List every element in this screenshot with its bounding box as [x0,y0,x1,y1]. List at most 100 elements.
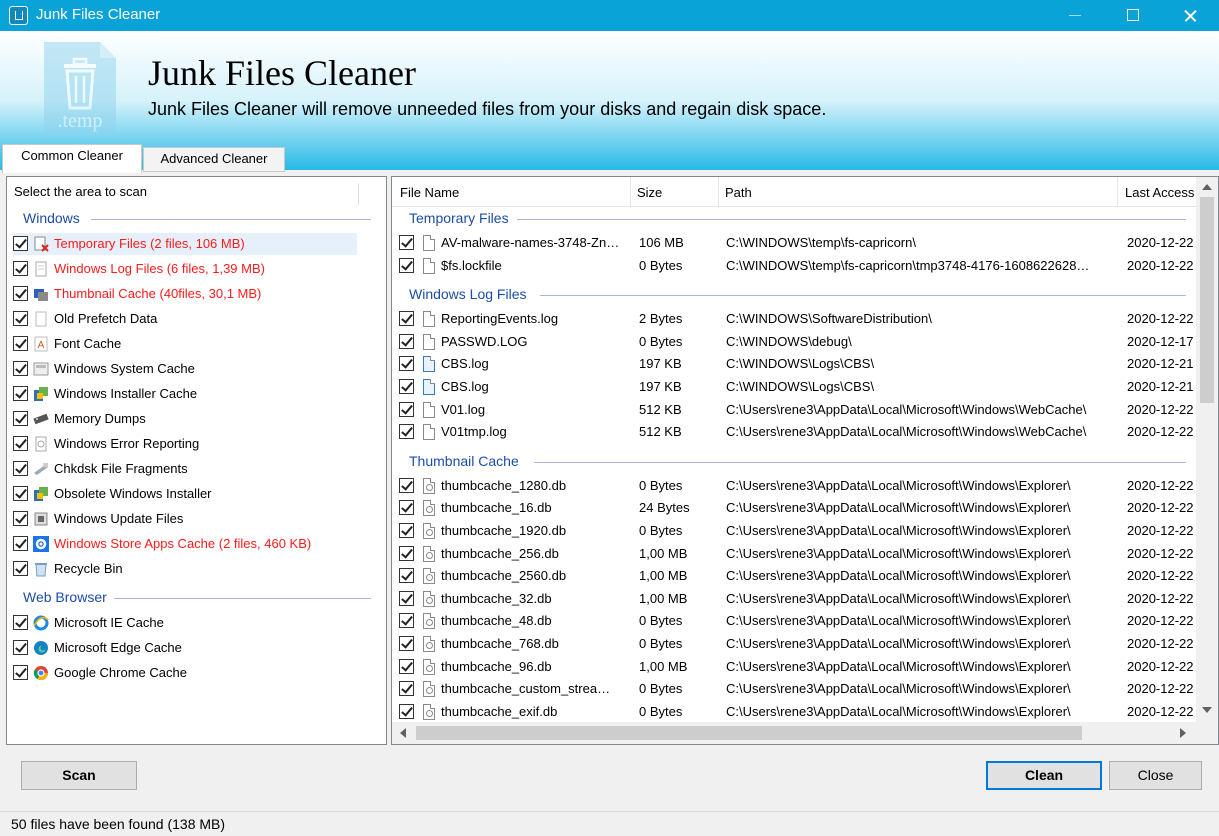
file-row[interactable]: thumbcache_16.db 24 Bytes C:\Users\rene3\A… [398,497,1198,519]
scan-button[interactable]: Scan [21,761,137,790]
banner-subtitle: Junk Files Cleaner will remove unneeded … [148,99,827,119]
checkbox[interactable] [399,356,414,372]
checkbox[interactable] [13,461,28,476]
checkbox[interactable] [399,477,414,493]
column-divider[interactable] [630,177,631,207]
scan-area-item[interactable]: Obsolete Windows Installer [13,483,357,505]
column-size[interactable]: Size [637,185,662,200]
scan-area-item[interactable]: Windows Error Reporting [13,433,357,455]
file-row[interactable]: V01.log 512 KB C:\Users\rene3\AppData\Loca… [398,399,1198,421]
checkbox[interactable] [399,257,414,273]
file-row[interactable]: thumbcache_256.db 1,00 MB C:\Users\rene3\A… [398,543,1198,565]
file-row[interactable]: thumbcache_32.db 1,00 MB C:\Users\rene3\Ap… [398,588,1198,610]
scan-area-label: Thumbnail Cache (40files, 30,1 MB) [54,286,262,301]
tab-advanced-cleaner[interactable]: Advanced Cleaner [143,147,285,172]
checkbox[interactable] [399,235,414,250]
file-row[interactable]: thumbcache_2560.db 1,00 MB C:\Users\rene3\… [398,565,1198,587]
file-row[interactable]: V01tmp.log 512 KB C:\Users\rene3\AppData\L… [398,421,1198,443]
checkbox[interactable] [13,361,28,376]
file-row[interactable]: thumbcache_1920.db 0 Bytes C:\Users\rene3\… [398,520,1198,542]
column-file-name[interactable]: File Name [400,185,459,200]
checkbox[interactable] [399,545,414,561]
scan-area-item[interactable]: Windows Installer Cache [13,383,357,405]
scan-area-item[interactable]: Thumbnail Cache (40files, 30,1 MB) [13,283,357,305]
file-row[interactable]: ReportingEvents.log 2 Bytes C:\WINDOWS\Sof… [398,308,1198,330]
checkbox[interactable] [13,411,28,426]
checkbox[interactable] [399,636,414,651]
checkbox[interactable] [399,424,414,440]
checkbox[interactable] [399,500,414,516]
file-row[interactable]: AV-malware-names-3748-Zn… 106 MB C:\WINDOW… [398,232,1198,254]
checkbox[interactable] [13,486,28,501]
checkbox[interactable] [13,536,28,551]
column-divider[interactable] [1117,177,1118,207]
maximize-button[interactable] [1103,0,1161,31]
checkbox[interactable] [399,658,414,674]
scan-area-item[interactable]: Memory Dumps [13,408,357,430]
file-list[interactable]: File Name Size Path Last Access Temporar… [391,176,1219,745]
scroll-right-icon[interactable] [1180,728,1186,738]
checkbox[interactable] [13,261,28,276]
prefetch-icon [33,311,49,327]
file-row[interactable]: CBS.log 197 KB C:\WINDOWS\Logs\CBS\ 2020-12… [398,353,1198,375]
checkbox[interactable] [399,568,414,584]
scan-area-item[interactable]: Windows Update Files [13,508,357,530]
checkbox[interactable] [13,286,28,301]
tab-common-cleaner[interactable]: Common Cleaner [2,144,142,173]
scan-area-item[interactable]: A Font Cache [13,333,357,355]
checkbox[interactable] [399,590,414,606]
file-row[interactable]: thumbcache_exif.db 0 Bytes C:\Users\rene3\… [398,701,1198,723]
column-path[interactable]: Path [725,185,752,200]
checkbox[interactable] [13,311,28,326]
scan-area-item[interactable]: Windows System Cache [13,358,357,380]
file-row[interactable]: PASSWD.LOG 0 Bytes C:\WINDOWS\debug\ 2020-1… [398,331,1198,353]
checkbox[interactable] [399,311,414,327]
scan-area-item[interactable]: Microsoft IE Cache [13,612,357,634]
file-row[interactable]: thumbcache_1280.db 0 Bytes C:\Users\rene3\… [398,475,1198,497]
title-bar[interactable]: Junk Files Cleaner [0,0,1219,31]
checkbox[interactable] [13,640,28,655]
file-row[interactable]: thumbcache_custom_strea… 0 Bytes C:\Users\… [398,678,1198,700]
file-row[interactable]: thumbcache_48.db 0 Bytes C:\Users\rene3\Ap… [398,610,1198,632]
file-row[interactable]: thumbcache_768.db 0 Bytes C:\Users\rene3\A… [398,633,1198,655]
horizontal-scroll-thumb[interactable] [416,726,1082,740]
checkbox[interactable] [13,336,28,351]
checkbox[interactable] [13,511,28,526]
checkbox[interactable] [399,523,414,538]
vertical-scroll-thumb[interactable] [1200,197,1214,403]
file-row[interactable]: thumbcache_96.db 1,00 MB C:\Users\rene3\Ap… [398,656,1198,678]
checkbox[interactable] [13,436,28,451]
minimize-button[interactable] [1045,0,1103,31]
scan-area-item[interactable]: Temporary Files (2 files, 106 MB) [13,233,357,255]
scan-area-item[interactable]: Windows Log Files (6 files, 1,39 MB) [13,258,357,280]
checkbox[interactable] [13,561,28,576]
checkbox[interactable] [399,379,414,394]
column-divider[interactable] [718,177,719,207]
checkbox[interactable] [399,703,414,719]
close-window-button[interactable] [1161,0,1219,31]
checkbox[interactable] [399,613,414,629]
column-last-access[interactable]: Last Access [1125,185,1194,200]
scan-area-list[interactable]: Select the area to scan Windows Temporary… [6,176,387,745]
file-row[interactable]: CBS.log 197 KB C:\WINDOWS\Logs\CBS\ 2020-12… [398,376,1198,398]
scan-area-item[interactable]: Google Chrome Cache [13,662,357,684]
clean-button[interactable]: Clean [986,761,1102,790]
scan-area-item[interactable]: Old Prefetch Data [13,308,357,330]
checkbox[interactable] [399,681,414,697]
checkbox[interactable] [13,386,28,401]
close-button[interactable]: Close [1109,761,1202,790]
scan-area-item[interactable]: Microsoft Edge Cache [13,637,357,659]
horizontal-scrollbar[interactable] [392,722,1218,744]
scan-area-item[interactable]: Chkdsk File Fragments [13,458,357,480]
checkbox[interactable] [13,236,28,251]
checkbox[interactable] [13,615,28,630]
file-row[interactable]: $fs.lockfile 0 Bytes C:\WINDOWS\temp\fs-ca… [398,255,1198,277]
checkbox[interactable] [399,401,414,417]
scroll-up-icon[interactable] [1202,184,1212,190]
scan-area-item[interactable]: Recycle Bin [13,558,357,580]
scroll-left-icon[interactable] [400,728,406,738]
scan-area-item[interactable]: Windows Store Apps Cache (2 files, 460 K… [13,533,357,555]
checkbox[interactable] [399,333,414,349]
scroll-down-icon[interactable] [1202,707,1212,713]
checkbox[interactable] [13,665,28,680]
